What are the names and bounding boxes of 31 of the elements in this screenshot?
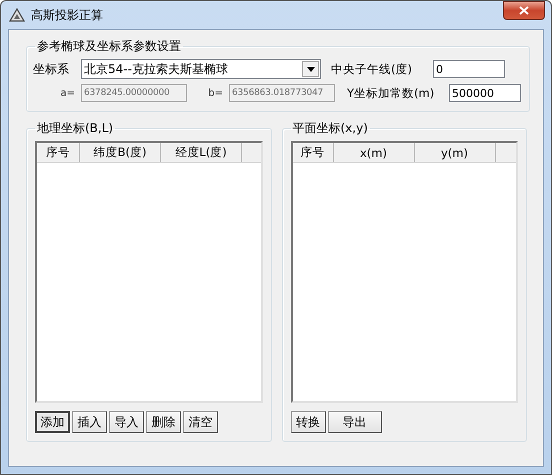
close-button[interactable] (503, 1, 545, 20)
action-button[interactable]: 导入 (109, 411, 144, 433)
action-button[interactable]: 转换 (290, 411, 326, 433)
field-label: a= (59, 88, 75, 98)
input-field[interactable]: 500000 (449, 84, 521, 102)
triangle-icon (9, 8, 25, 22)
close-icon (519, 6, 529, 15)
data-list[interactable]: 序号 x(m) y(m) (290, 141, 518, 403)
dropdown-arrow-icon (306, 66, 314, 72)
column-header[interactable]: 纬度B(度) (80, 143, 161, 162)
group-title: 地理坐标(B,L) (36, 120, 114, 137)
action-button[interactable]: 清空 (183, 411, 218, 433)
input-field[interactable]: 0 (433, 60, 505, 78)
group-title: 参考椭球及坐标系参数设置 (36, 38, 182, 55)
column-header[interactable]: 经度L(度) (161, 143, 242, 162)
field-label: 中央子午线(度) (331, 62, 413, 76)
field-label: Y坐标加常数(m) (347, 86, 436, 100)
action-button[interactable]: 导出 (328, 411, 382, 433)
action-button[interactable]: 删除 (146, 411, 181, 433)
group-title: 平面坐标(x,y) (292, 120, 369, 137)
action-button[interactable]: 添加 (35, 411, 70, 433)
column-header[interactable]: x(m) (334, 143, 414, 162)
column-header[interactable]: 序号 (37, 143, 80, 162)
column-header[interactable]: 序号 (292, 143, 334, 162)
field-label: 坐标系 (33, 60, 70, 78)
field-label: b= (207, 88, 223, 98)
data-list[interactable]: 序号 纬度B(度) 经度L(度) (35, 141, 262, 403)
coordinate-system-dropdown[interactable]: 北京54--克拉索夫斯基椭球 (81, 59, 321, 79)
action-button[interactable]: 插入 (72, 411, 107, 433)
window-title: 高斯投影正算 (31, 6, 103, 24)
column-header[interactable]: y(m) (414, 143, 496, 162)
